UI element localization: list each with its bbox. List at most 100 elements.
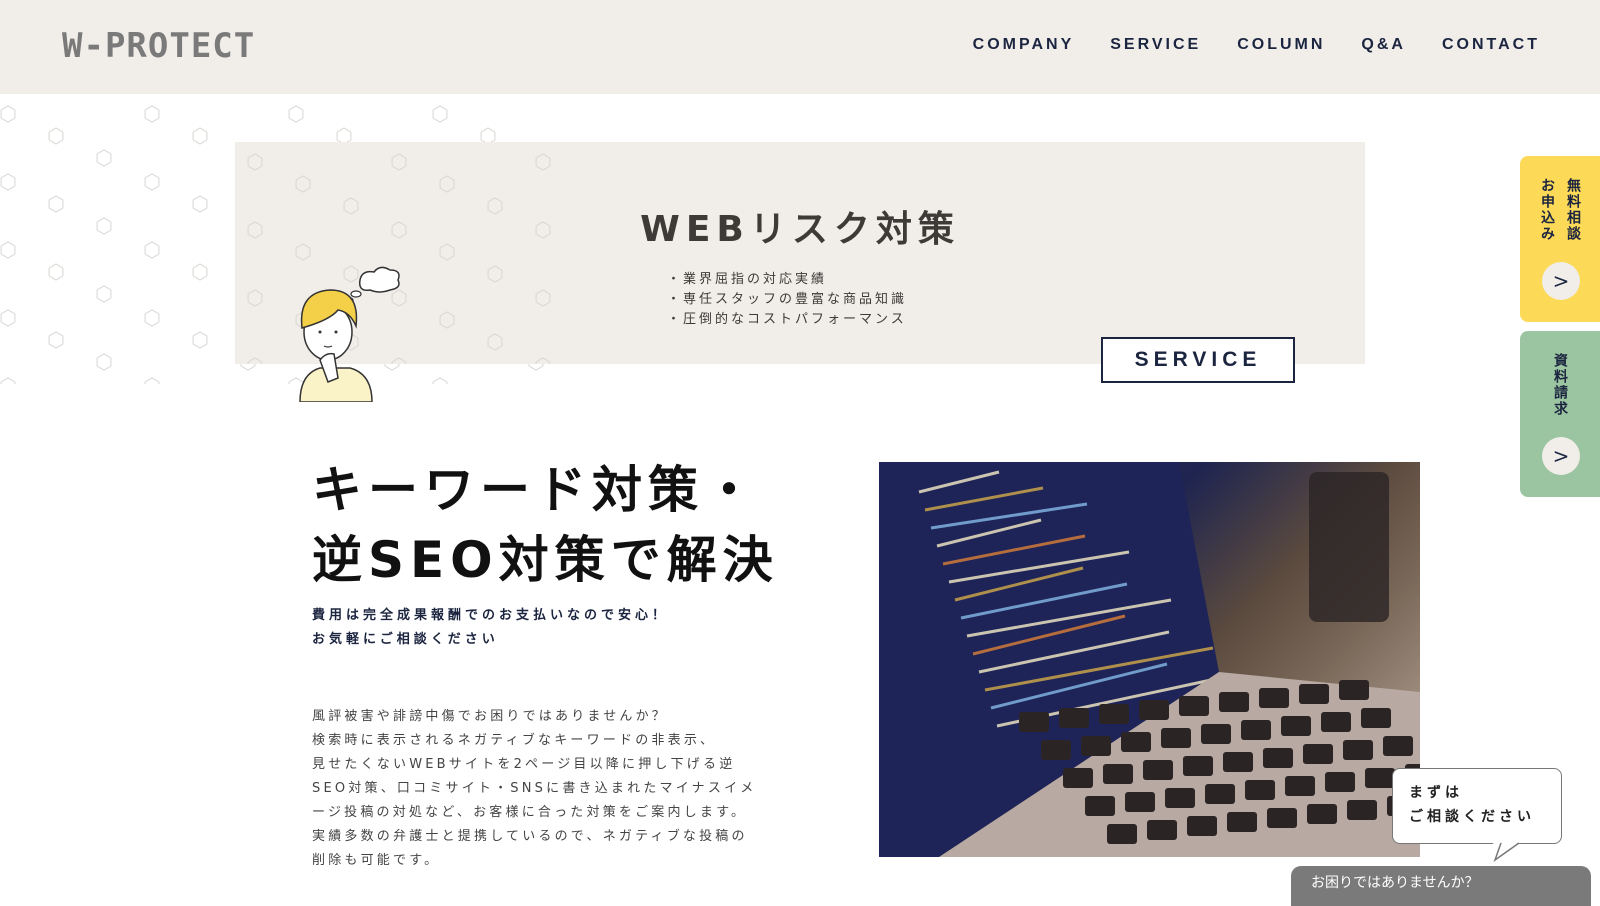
sub-heading-line: 費用は完全成果報酬でのお支払いなので安心！ xyxy=(312,608,670,623)
keyboard-key xyxy=(1041,740,1071,760)
body-line: SEO対策、口コミサイト・SNSに書き込まれたマイナスイメ xyxy=(312,781,757,796)
free-consultation-tab[interactable]: 無料相談 お申込み > xyxy=(1520,156,1600,322)
free-consultation-label: 無料相談 お申込み xyxy=(1520,178,1600,242)
hexagon-shape xyxy=(192,195,208,213)
hexagon-shape xyxy=(247,153,263,171)
hexagon-shape xyxy=(0,309,16,327)
nav-company[interactable]: COMPANY xyxy=(973,36,1075,54)
nav-qa[interactable]: Q&A xyxy=(1361,36,1406,54)
hero-title: WEBリスク対策 xyxy=(640,209,960,250)
main-heading: キーワード対策・ 逆SEO対策で解決 xyxy=(312,455,779,595)
hexagon-shape xyxy=(295,175,311,193)
body-line: ージ投稿の対処など、お客様に合った対策をご案内します。 xyxy=(312,805,748,820)
hexagon-shape xyxy=(48,331,64,349)
keyboard-key xyxy=(1107,824,1137,844)
keyboard-key xyxy=(1161,728,1191,748)
hexagon-shape xyxy=(391,153,407,171)
keyboard-key xyxy=(1183,756,1213,776)
hexagon-shape xyxy=(487,265,503,283)
keyboard-key xyxy=(1383,736,1413,756)
hexagon-shape xyxy=(432,377,448,384)
keyboard-key xyxy=(1187,816,1217,836)
hexagon-shape xyxy=(96,149,112,167)
keyboard-key xyxy=(1227,812,1257,832)
hexagon-shape xyxy=(144,105,160,123)
chevron-right-icon[interactable]: > xyxy=(1542,262,1580,300)
keyboard-key xyxy=(1201,724,1231,744)
hexagon-shape xyxy=(48,127,64,145)
site-header: W-PROTECT COMPANY SERVICE COLUMN Q&A CON… xyxy=(0,0,1600,94)
keyboard-key xyxy=(1139,700,1169,720)
hero-point: ・専任スタッフの豊富な商品知識 xyxy=(667,292,908,307)
keyboard-key xyxy=(1081,736,1111,756)
body-line: 見せたくないWEBサイトを2ページ目以降に押し下げる逆 xyxy=(312,757,736,772)
thinking-person-illustration xyxy=(299,266,400,402)
body-line: 風評被害や誹謗中傷でお困りではありませんか？ xyxy=(312,709,669,724)
hexagon-shape xyxy=(439,175,455,193)
keyboard-key xyxy=(1125,792,1155,812)
keyboard-key xyxy=(1099,704,1129,724)
hexagon-shape xyxy=(535,289,551,307)
sub-heading: 費用は完全成果報酬でのお支払いなので安心！ お気軽にご相談ください xyxy=(312,604,669,652)
hexagon-shape xyxy=(247,289,263,307)
hexagon-shape xyxy=(0,377,16,384)
hexagon-shape xyxy=(487,333,503,351)
request-documents-label: 資料請求 xyxy=(1520,353,1600,417)
keyboard-key xyxy=(1321,712,1351,732)
keyboard-key xyxy=(1085,796,1115,816)
keyboard-key xyxy=(1281,716,1311,736)
hexagon-shape xyxy=(535,357,551,364)
main-nav: COMPANY SERVICE COLUMN Q&A CONTACT xyxy=(973,36,1540,54)
tab-text: 無料相談 xyxy=(1565,178,1581,242)
hexagon-shape xyxy=(288,105,304,123)
chat-widget-bar[interactable]: お困りではありませんか？ xyxy=(1291,866,1591,906)
keyboard-key xyxy=(1147,820,1177,840)
keyboard-key xyxy=(1361,708,1391,728)
laptop-photo-art xyxy=(879,462,1420,857)
body-line: 検索時に表示されるネガティブなキーワードの非表示、 xyxy=(312,733,717,748)
laptop-photo xyxy=(879,462,1420,857)
keyboard-key xyxy=(1325,772,1355,792)
hexagon-shape xyxy=(96,353,112,371)
service-button[interactable]: SERVICE xyxy=(1101,337,1295,383)
hexagon-shape xyxy=(535,153,551,171)
nav-contact[interactable]: CONTACT xyxy=(1442,36,1540,54)
heading-line: キーワード対策・ xyxy=(312,461,760,519)
sub-heading-line: お気軽にご相談ください xyxy=(312,632,499,647)
keyboard-key xyxy=(1143,760,1173,780)
keyboard-key xyxy=(1267,808,1297,828)
keyboard-key xyxy=(1303,744,1333,764)
hexagon-shape xyxy=(432,105,448,123)
nav-column[interactable]: COLUMN xyxy=(1237,36,1325,54)
chevron-right-icon[interactable]: > xyxy=(1542,437,1580,475)
site-logo[interactable]: W-PROTECT xyxy=(62,26,255,66)
keyboard-key xyxy=(1121,732,1151,752)
hexagon-shape xyxy=(0,173,16,191)
nav-service[interactable]: SERVICE xyxy=(1110,36,1201,54)
keyboard-key xyxy=(1307,804,1337,824)
body-line: 実績多数の弁護士と提携しているので、ネガティブな投稿の xyxy=(312,829,748,844)
keyboard-key xyxy=(1019,712,1049,732)
hexagon-shape xyxy=(247,357,263,364)
bubble-line: まずは xyxy=(1409,785,1463,801)
speech-bubble[interactable]: まずは ご相談ください xyxy=(1392,768,1562,844)
hexagon-shape xyxy=(0,241,16,259)
hexagon-shape xyxy=(0,105,16,123)
hexagon-shape xyxy=(48,195,64,213)
keyboard-key xyxy=(1259,688,1289,708)
keyboard-key xyxy=(1059,708,1089,728)
body-text: 風評被害や誹謗中傷でお困りではありませんか？ 検索時に表示されるネガティブなキーワ… xyxy=(312,705,792,873)
hexagon-shape xyxy=(144,173,160,191)
hexagon-shape xyxy=(144,241,160,259)
request-documents-tab[interactable]: 資料請求 > xyxy=(1520,331,1600,497)
keyboard-key xyxy=(1245,780,1275,800)
keyboard-key xyxy=(1343,740,1373,760)
keyboard-key xyxy=(1263,748,1293,768)
keyboard-key xyxy=(1365,768,1395,788)
keyboard-key xyxy=(1165,788,1195,808)
hexagon-shape xyxy=(192,127,208,145)
keyboard-key xyxy=(1347,800,1377,820)
hero-point: ・業界屈指の対応実績 xyxy=(667,272,828,287)
speech-bubble-tail xyxy=(1493,842,1520,862)
hexagon-shape xyxy=(192,263,208,281)
